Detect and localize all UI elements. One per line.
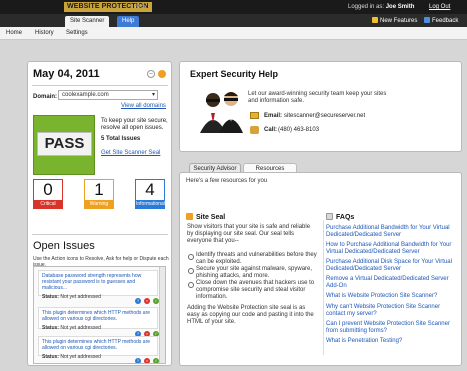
email-label: Email: xyxy=(264,113,283,119)
issue-text: This plugin determines which HTTP method… xyxy=(42,310,151,322)
phone-icon xyxy=(250,126,259,134)
critical-label: Critical xyxy=(34,200,62,208)
list-item: Close down the avenues that hackers use … xyxy=(187,280,317,301)
status-label: Status: xyxy=(42,294,59,300)
issues-list: Database password strength represents ho… xyxy=(33,266,166,364)
faq-link[interactable]: Can I prevent Website Protection Site Sc… xyxy=(326,321,454,335)
status-label: Status: xyxy=(42,354,59,360)
faq-link[interactable]: Purchase Additional Disk Space for Your … xyxy=(326,259,454,273)
top-bar: WEBSITE PROTECTION v1.5 Logged in as: Jo… xyxy=(0,0,467,14)
warning-label: Warning xyxy=(85,200,113,208)
pass-badge: PASS xyxy=(33,115,95,175)
site-seal-title: Site Seal xyxy=(196,214,226,221)
domain-label: Domain: xyxy=(33,94,57,100)
expert-help-title: Expert Security Help xyxy=(190,69,279,79)
call-value: (480) 463-8103 xyxy=(278,127,320,133)
total-issues: 5 Total Issues xyxy=(101,136,141,142)
critical-count-box[interactable]: 0 Critical xyxy=(33,179,63,209)
informational-label: Informational xyxy=(136,200,165,208)
status-label: Status: xyxy=(42,325,59,331)
dispute-icon[interactable]: × xyxy=(144,358,150,363)
issues-scrollbar[interactable] xyxy=(159,267,165,363)
faq-link[interactable]: What is Penetration Testing? xyxy=(326,338,454,345)
faq-icon xyxy=(326,213,333,220)
tab-help[interactable]: Help xyxy=(117,16,140,27)
faq-link[interactable]: Remove a Virtual Dedicated/Dedicated Ser… xyxy=(326,276,454,290)
warning-count: 1 xyxy=(94,180,104,199)
faq-link[interactable]: How to Purchase Additional Bandwidth for… xyxy=(326,242,454,256)
tab-site-scanner[interactable]: Site Scanner xyxy=(65,16,110,27)
list-item[interactable]: This plugin determines which HTTP method… xyxy=(38,307,158,331)
star-icon xyxy=(372,17,378,23)
logout-link[interactable]: Log Out xyxy=(429,3,450,11)
site-seal-footer: Adding the Website Protection site seal … xyxy=(187,305,314,325)
menu-settings[interactable]: Settings xyxy=(66,29,88,38)
resources-intro: Here's a few resources for you xyxy=(186,178,268,184)
settings-icon[interactable] xyxy=(158,70,166,78)
help-icon[interactable]: ? xyxy=(135,358,141,363)
view-all-domains-link[interactable]: View all domains xyxy=(121,103,166,109)
login-status: Logged in as: Joe Smith xyxy=(348,3,414,11)
logged-in-prefix: Logged in as: xyxy=(348,4,385,10)
new-features-link[interactable]: New Features xyxy=(372,17,417,25)
help-icon[interactable]: ? xyxy=(135,298,141,304)
email-value[interactable]: sitescanner@secureserver.net xyxy=(284,113,365,119)
warning-count-box[interactable]: 1 Warning xyxy=(84,179,114,209)
status-value: Not yet addressed xyxy=(60,354,101,360)
faq-link[interactable]: What is Website Protection Site Scanner? xyxy=(326,293,454,300)
new-features-label: New Features xyxy=(380,18,418,24)
site-seal-text: Show visitors that your site is safe and… xyxy=(187,224,311,244)
faq-header: FAQs xyxy=(326,213,354,223)
seal-icon xyxy=(186,213,193,220)
open-issues-title: Open Issues xyxy=(33,240,95,252)
pass-description: To keep your site secure, resolve all op… xyxy=(101,118,168,131)
issue-text: This plugin determines which HTTP method… xyxy=(42,339,151,351)
list-item[interactable]: This plugin determines which HTTP method… xyxy=(38,336,158,360)
resources-panel: Here's a few resources for you Site Seal… xyxy=(179,172,462,366)
divider xyxy=(32,234,168,235)
pass-label: PASS xyxy=(37,132,92,156)
chat-icon xyxy=(424,17,430,23)
user-name: Joe Smith xyxy=(385,4,415,10)
informational-count: 4 xyxy=(145,180,155,199)
expert-help-panel: Expert Security Help Let our award-winni… xyxy=(179,61,462,152)
list-item: Secure your site against malware, spywar… xyxy=(187,266,317,280)
site-seal-header: Site Seal xyxy=(186,213,225,223)
status-value: Not yet addressed xyxy=(60,325,101,331)
tab-bar: Site Scanner Help New Features Feedback xyxy=(0,14,467,27)
domain-select[interactable]: coolexample.com ▾ xyxy=(58,90,158,100)
issue-text: Database password strength represents ho… xyxy=(42,273,142,291)
critical-count: 0 xyxy=(43,180,53,199)
informational-count-box[interactable]: 4 Informational xyxy=(135,179,165,209)
faq-link[interactable]: Why can't Website Protection Site Scanne… xyxy=(326,304,454,318)
faq-title: FAQs xyxy=(336,214,355,221)
faq-link[interactable]: Purchase Additional Bandwidth for Your V… xyxy=(326,225,454,239)
menu-bar: Home History Settings xyxy=(0,27,467,40)
get-seal-link[interactable]: Get Site Scanner Seal xyxy=(101,150,160,156)
list-item: Identify threats and vulnerabilities bef… xyxy=(187,252,317,266)
dispute-icon[interactable]: × xyxy=(144,298,150,304)
feedback-label: Feedback xyxy=(432,18,459,24)
brand-version: v1.5 xyxy=(134,4,146,10)
divider xyxy=(32,85,168,86)
scan-date: May 04, 2011 xyxy=(33,68,100,80)
expert-help-description: Let our award-winning security team keep… xyxy=(248,91,387,104)
minimize-icon[interactable]: – xyxy=(147,70,155,78)
security-agents-image xyxy=(200,92,243,133)
chevron-down-icon: ▾ xyxy=(151,92,155,98)
status-panel: May 04, 2011 – Domain: coolexample.com ▾… xyxy=(27,61,172,366)
call-label: Call: xyxy=(264,127,278,133)
feedback-link[interactable]: Feedback xyxy=(424,17,458,25)
status-value: Not yet addressed xyxy=(60,294,101,300)
menu-home[interactable]: Home xyxy=(6,29,22,38)
email-icon xyxy=(250,112,259,119)
domain-value: coolexample.com xyxy=(62,92,109,98)
site-seal-list: Identify threats and vulnerabilities bef… xyxy=(187,252,317,301)
divider xyxy=(323,220,324,355)
menu-history[interactable]: History xyxy=(35,29,54,38)
issue-actions: ? × ✓ xyxy=(135,358,161,363)
list-item[interactable]: Database password strength represents ho… xyxy=(38,270,158,300)
issue-actions: ? × ✓ xyxy=(135,298,161,304)
